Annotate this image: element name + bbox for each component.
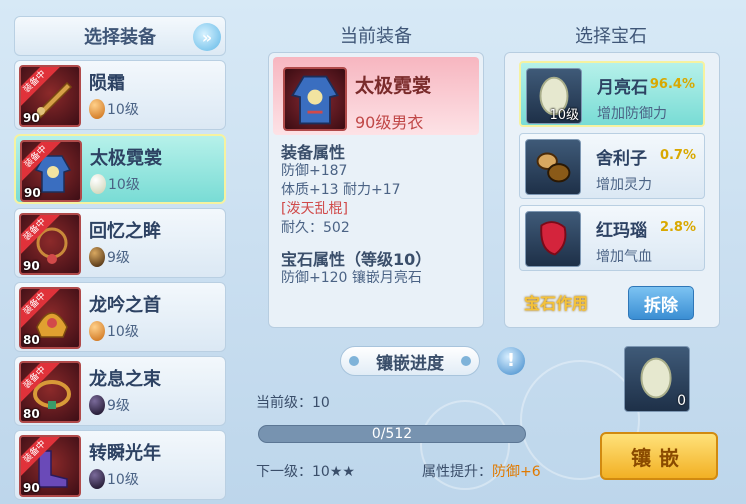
current-equip-panel: 太极霓裳 90级男衣 装备属性 防御+187 体质+13 耐力+17 [泼天乱棍… [268, 52, 484, 328]
attr-increase: 属性提升：防御+6 [422, 461, 541, 481]
gem-name: 红玛瑙 [596, 221, 647, 241]
equip-name: 转瞬光年 [89, 443, 161, 464]
equipment-list-panel: 选择装备 » 装备中 90 陨霜 10级 装备中 90 太极霓裳 10级 装备中… [8, 10, 228, 504]
equipment-list-title: 选择装备 [84, 27, 156, 48]
gem-name: 月亮石 [597, 78, 648, 98]
equip-item-longyin-zhishou[interactable]: 装备中 80 龙吟之首 10级 [14, 282, 226, 352]
gem-attr-line: 防御+120 镶嵌月亮石 [281, 270, 422, 286]
sarira-icon [536, 152, 571, 183]
gem-item-red-agate[interactable]: 红玛瑙 2.8% 增加气血 [519, 205, 705, 271]
gem-level-text: 9级 [107, 398, 130, 414]
gem-item-sarira[interactable]: 舍利子 0.7% 增加灵力 [519, 133, 705, 199]
inlay-slot[interactable]: 0 [624, 346, 690, 412]
equip-thumbnail: 装备中 90 [19, 213, 81, 275]
amber-gem-icon [89, 99, 105, 119]
equip-name: 龙吟之首 [89, 295, 161, 316]
dark-gem-icon [89, 395, 105, 415]
gem-level-text: 10级 [107, 102, 139, 118]
inlay-progress-text: 镶嵌进度 [376, 353, 444, 374]
inlay-button[interactable]: 镶嵌 [600, 432, 718, 480]
attr-line: 体质+13 耐力+17 [281, 182, 401, 198]
gem-level-text: 10级 [108, 177, 140, 193]
current-equip-thumbnail [283, 67, 347, 131]
gem-attr-title: 宝石属性（等级10） [281, 250, 432, 269]
gem-name: 舍利子 [596, 149, 647, 169]
gem-percent: 0.7% [659, 148, 696, 163]
equip-name: 龙息之束 [89, 369, 161, 390]
attr-increase-label: 属性提升： [422, 464, 492, 480]
equip-item-zhuanshun-guangnian[interactable]: 装备中 90 转瞬光年 10级 [14, 430, 226, 500]
gem-desc: 增加防御力 [597, 106, 667, 122]
current-level: 当前级：10 [256, 395, 330, 411]
equip-name: 陨霜 [89, 73, 125, 94]
current-equip-title: 当前装备 [340, 26, 412, 47]
gem-desc: 增加灵力 [596, 177, 652, 193]
dark-gem-icon [89, 469, 105, 489]
equip-level: 80 [23, 407, 40, 421]
equip-item-longxi-zhishu[interactable]: 装备中 80 龙息之束 9级 [14, 356, 226, 426]
gem-level-text: 10级 [107, 324, 139, 340]
equip-gem-info: 10级 [90, 174, 140, 194]
durability: 耐久：502 [281, 220, 350, 236]
special-skill: [泼天乱棍] [281, 201, 348, 217]
equip-thumbnail: 装备中 90 [20, 140, 82, 202]
equip-thumbnail: 装备中 90 [19, 65, 81, 127]
attr-title: 装备属性 [281, 143, 346, 162]
equip-item-huiyi-zhimou[interactable]: 装备中 90 回忆之眸 9级 [14, 208, 226, 278]
red-agate-icon [540, 221, 567, 256]
equip-name: 回忆之眸 [89, 221, 161, 242]
gem-desc: 增加气血 [596, 249, 652, 265]
equip-level: 90 [23, 481, 40, 495]
current-equip-name: 太极霓裳 [355, 75, 432, 97]
inlay-progress-label: 镶嵌进度 [340, 346, 480, 376]
gem-percent: 2.8% [659, 220, 696, 235]
remove-button[interactable]: 拆除 [628, 286, 694, 320]
next-level: 下一级：10★★ [256, 464, 355, 480]
gem-effect-button[interactable]: 宝石作用 [524, 290, 588, 314]
gem-level-text: 10级 [107, 472, 139, 488]
attr-increase-value: 防御+6 [492, 464, 541, 480]
equip-level: 90 [23, 111, 40, 125]
equip-gem-info: 10级 [89, 321, 139, 341]
expand-arrow-icon[interactable]: » [193, 23, 221, 51]
equip-thumbnail: 装备中 80 [19, 361, 81, 423]
sarira-gem-icon [89, 247, 105, 267]
gem-level: 10级 [549, 108, 579, 123]
equip-thumbnail: 装备中 90 [19, 435, 81, 497]
amber-gem-icon [89, 321, 105, 341]
equip-gem-info: 9级 [89, 247, 130, 267]
attr-line: 防御+187 [281, 163, 348, 179]
moonstone-gem-icon [90, 174, 106, 194]
gem-item-moonstone[interactable]: 10级 月亮石 96.4% 增加防御力 [519, 61, 705, 127]
gem-thumbnail: 10级 [526, 68, 582, 124]
equip-level: 90 [23, 259, 40, 273]
select-gem-title: 选择宝石 [575, 26, 647, 47]
robe-icon [291, 75, 339, 125]
equipment-list: 装备中 90 陨霜 10级 装备中 90 太极霓裳 10级 装备中 90 回忆之… [14, 60, 226, 504]
equip-level: 90 [24, 186, 41, 200]
slot-count: 0 [677, 393, 686, 409]
progress-value: 0/512 [371, 426, 413, 442]
gem-level-text: 9级 [107, 250, 130, 266]
equip-name: 太极霓裳 [90, 148, 162, 169]
gem-thumbnail [525, 139, 581, 195]
equip-gem-info: 9级 [89, 395, 130, 415]
help-icon[interactable]: ! [497, 347, 525, 375]
equip-gem-info: 10级 [89, 99, 139, 119]
current-equip-header: 太极霓裳 90级男衣 [273, 57, 479, 135]
gem-thumbnail [525, 211, 581, 267]
equip-thumbnail: 装备中 80 [19, 287, 81, 349]
equip-item-taiji-nichang[interactable]: 装备中 90 太极霓裳 10级 [14, 134, 226, 204]
equip-gem-info: 10级 [89, 469, 139, 489]
equip-level: 80 [23, 333, 40, 347]
current-equip-type: 90级男衣 [355, 113, 424, 132]
equip-attributes: 装备属性 防御+187 体质+13 耐力+17 [泼天乱棍] 耐久：502 宝石… [281, 143, 477, 288]
equipment-list-header: 选择装备 » [14, 16, 226, 56]
equip-item-yunshuang[interactable]: 装备中 90 陨霜 10级 [14, 60, 226, 130]
gem-percent: 96.4% [649, 77, 695, 92]
